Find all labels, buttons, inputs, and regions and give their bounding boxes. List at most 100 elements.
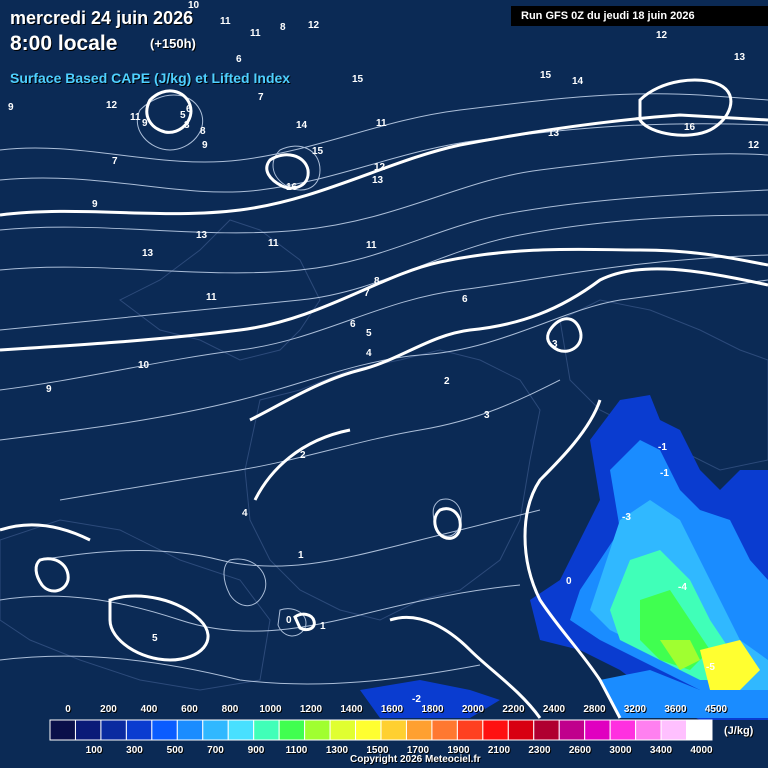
li-label: 11 xyxy=(130,112,141,123)
li-label: 3 xyxy=(184,120,190,131)
legend-top-label: 3600 xyxy=(664,704,687,715)
legend-swatch xyxy=(100,719,127,741)
legend-bottom-label: 3400 xyxy=(649,745,673,756)
legend-bottom-label: 1100 xyxy=(285,745,308,756)
li-label: 2 xyxy=(444,376,450,387)
li-label: 13 xyxy=(196,230,208,241)
forecast-time: 8:00 locale xyxy=(10,32,118,55)
li-label: 11 xyxy=(250,28,261,39)
legend-top-label: 200 xyxy=(100,704,117,715)
li-label: 15 xyxy=(540,70,552,81)
li-label: 12 xyxy=(106,100,118,111)
legend-swatch xyxy=(456,719,484,741)
li-label: 13 xyxy=(372,175,384,186)
li-label: 7 xyxy=(258,92,264,103)
legend-swatch xyxy=(609,719,637,741)
legend-unit: (J/kg) xyxy=(724,725,754,737)
legend-top-label: 1000 xyxy=(259,704,282,715)
legend-swatch xyxy=(584,719,611,741)
li-label: 4 xyxy=(366,348,372,359)
li-label: 12 xyxy=(308,20,320,31)
legend-top-label: 600 xyxy=(181,704,198,715)
map-view: 10 11 12 8 12 11 13 12 9 11 9 7 5 6 3 8 … xyxy=(0,0,768,768)
li-label: 6 xyxy=(350,319,356,330)
li-label: 15 xyxy=(312,146,324,157)
li-label: 12 xyxy=(748,140,760,151)
legend-bottom-label: 300 xyxy=(126,745,143,756)
li-label: 15 xyxy=(352,74,364,85)
legend-swatch xyxy=(151,719,178,741)
legend-swatch xyxy=(507,719,535,741)
li-label: -3 xyxy=(622,512,631,523)
li-label: 6 xyxy=(186,104,192,115)
legend-top-label: 0 xyxy=(65,704,71,715)
legend-swatch xyxy=(482,719,509,741)
li-label: 6 xyxy=(236,54,242,65)
li-label: -1 xyxy=(660,468,669,479)
li-label: 13 xyxy=(548,128,560,139)
li-label: 7 xyxy=(112,156,118,167)
legend-top-label: 3200 xyxy=(623,704,647,715)
li-label: 12 xyxy=(374,162,386,173)
li-label: 3 xyxy=(484,410,490,421)
li-label: 9 xyxy=(8,102,14,113)
legend-swatch xyxy=(635,719,662,741)
legend-swatch xyxy=(380,719,407,741)
legend-swatch xyxy=(431,719,458,741)
legend-bottom-label: 2100 xyxy=(487,745,511,756)
li-label: 7 xyxy=(364,288,370,299)
legend-swatch xyxy=(278,719,306,741)
legend-swatch xyxy=(405,719,433,741)
li-label: 3 xyxy=(552,339,558,350)
legend-swatch xyxy=(304,719,331,741)
legend-top-label: 800 xyxy=(221,704,239,715)
legend-bottom-label: 4000 xyxy=(690,745,713,756)
legend-swatch xyxy=(660,719,688,741)
legend-swatch xyxy=(125,719,153,741)
li-label: 11 xyxy=(206,292,217,303)
li-label: 11 xyxy=(366,240,377,251)
legend-top-label: 1600 xyxy=(380,704,404,715)
li-label: 0 xyxy=(566,576,572,587)
legend-swatch xyxy=(227,719,255,741)
li-label: 2 xyxy=(300,450,306,461)
legend-swatch xyxy=(49,719,76,741)
legend-top-label: 400 xyxy=(140,704,158,715)
legend-swatch xyxy=(355,719,382,741)
legend-bottom-label: 2600 xyxy=(568,745,592,756)
legend-bottom-label: 100 xyxy=(85,745,103,756)
legend-swatch xyxy=(558,719,586,741)
parameter-title: Surface Based CAPE (J/kg) et Lifted Inde… xyxy=(10,70,291,86)
legend-bottom-label: 500 xyxy=(166,745,184,756)
li-label: 5 xyxy=(366,328,372,339)
legend-bottom-label: 3000 xyxy=(609,745,632,756)
legend-swatch xyxy=(74,719,102,741)
li-label: 14 xyxy=(296,120,308,131)
li-label: 16 xyxy=(684,122,696,133)
legend-top-label: 1800 xyxy=(421,704,444,715)
li-label: 12 xyxy=(656,30,668,41)
legend-bottom-label: 900 xyxy=(247,745,265,756)
li-label: 13 xyxy=(734,52,746,63)
legend-top-label: 2000 xyxy=(461,704,485,715)
li-label: 8 xyxy=(200,126,206,137)
legend-swatch xyxy=(176,719,204,741)
forecast-date: mercredi 24 juin 2026 xyxy=(10,8,194,28)
li-label: 11 xyxy=(376,118,387,129)
legend-swatch xyxy=(253,719,280,741)
li-label: -4 xyxy=(678,582,687,593)
forecast-offset: (+150h) xyxy=(150,36,196,51)
legend-swatch xyxy=(202,719,229,741)
li-label: 11 xyxy=(220,16,231,27)
legend-bottom-label: 2300 xyxy=(528,745,551,756)
li-label: 10 xyxy=(138,360,150,371)
legend-top-label: 1400 xyxy=(340,704,363,715)
li-label: 8 xyxy=(280,22,286,33)
model-run-label: Run GFS 0Z du jeudi 18 juin 2026 xyxy=(511,6,768,26)
li-label: 1 xyxy=(320,621,326,632)
li-label: 5 xyxy=(152,633,158,644)
legend-top-label: 2200 xyxy=(502,704,525,715)
legend-top-label: 1200 xyxy=(299,704,323,715)
li-label: 4 xyxy=(242,508,248,519)
li-label: 11 xyxy=(268,238,279,249)
